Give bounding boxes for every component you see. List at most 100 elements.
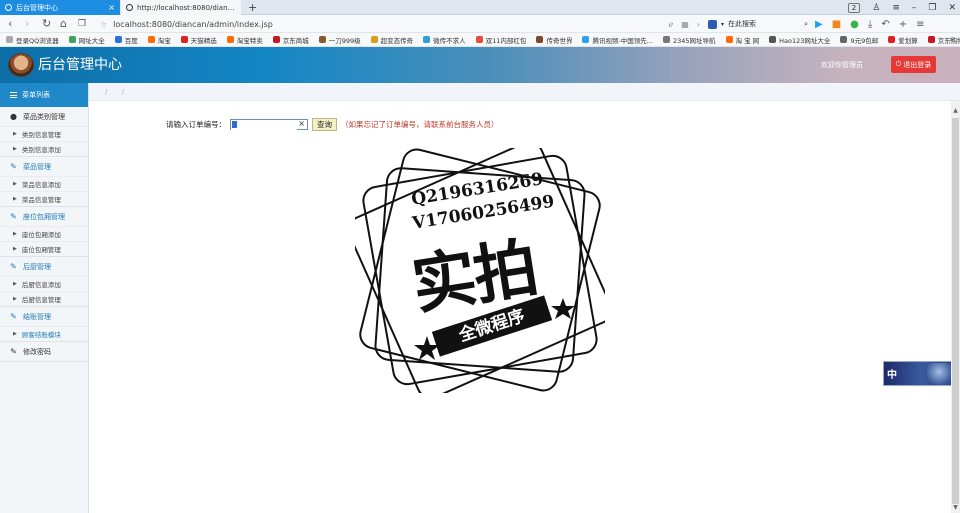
chevron-right-icon[interactable]: › — [697, 20, 700, 29]
order-number-field[interactable]: × — [230, 119, 308, 130]
bookmark-label: 登录QQ浏览器 — [16, 36, 59, 45]
dropdown-icon[interactable]: ▾ — [721, 21, 724, 28]
sidebar-item[interactable]: ▶ 后厨信息添加 — [0, 276, 88, 291]
bookmark-item[interactable]: 网址大全 — [68, 35, 105, 45]
sidebar-group-title[interactable]: ✎ 结账管理 — [0, 307, 88, 326]
bookmark-item[interactable]: Hao123网址大全 — [769, 35, 830, 45]
sidebar-group: ✎ 座位包厢管理 ▶ 座位包厢添加 ▶ 座位包厢管理 — [0, 207, 88, 257]
sidebar-item[interactable]: ▶ 座位包厢管理 — [0, 241, 88, 256]
bookmark-item[interactable]: 9元9包邮 — [840, 35, 878, 45]
sidebar-item[interactable]: ▶ 后厨信息管理 — [0, 291, 88, 306]
bookmarks-more-icon[interactable]: » — [949, 33, 954, 47]
bookmark-item[interactable]: 百度 — [114, 35, 138, 45]
menu-icon[interactable]: ≡ — [892, 3, 900, 13]
sidebar-group-label: 修改密码 — [23, 347, 51, 356]
restore-icon[interactable]: ❐ — [928, 3, 936, 13]
scroll-up-icon[interactable]: ▲ — [951, 107, 960, 114]
search-input[interactable]: ▾ 在此搜索 ⌕ — [708, 17, 808, 31]
sidebar-group-title[interactable]: ✎ 修改密码 — [0, 342, 88, 361]
watermark-stamp: Q2196316269 V17060256499 实拍 全微程序 — [355, 148, 605, 393]
bookmark-item[interactable]: 双11内部红包 — [475, 35, 526, 45]
shirt-icon[interactable]: ♙ — [872, 3, 880, 13]
bookmark-item[interactable]: 淘宝 — [147, 35, 171, 45]
bookmark-item[interactable]: 传奇世界 — [536, 35, 572, 45]
bookmark-icon — [725, 36, 733, 43]
bookmark-label: 百度 — [124, 36, 138, 45]
new-tab-button[interactable]: + — [248, 0, 257, 15]
bookmark-label: 天猫精选 — [190, 36, 217, 45]
sidebar-group-label: 结账管理 — [23, 312, 51, 321]
download-icon[interactable]: ⤓ — [868, 19, 872, 30]
sidebar-item[interactable]: ▶ 菜品信息管理 — [0, 191, 88, 206]
sidebar-group: ● 菜品类别管理 ▶ 类别信息管理 ▶ 类别信息添加 — [0, 107, 88, 157]
star-icon[interactable]: ☆ — [100, 20, 107, 29]
sidebar-item[interactable]: ▶ 类别信息管理 — [0, 126, 88, 141]
bookmark-item[interactable]: 淘 宝 网 — [725, 35, 759, 45]
globe-icon — [126, 4, 133, 11]
sidebar-header: 菜单列表 — [0, 83, 88, 107]
sidebar-item[interactable]: ▶ 座位包厢添加 — [0, 226, 88, 241]
caret-right-icon: ▶ — [13, 181, 17, 187]
sidebar-group-title[interactable]: ● 菜品类别管理 — [0, 107, 88, 126]
sidebar-item-label: 菜品信息添加 — [21, 181, 61, 189]
reload-icon[interactable]: ↻ — [42, 15, 51, 33]
grid-icon[interactable]: ▦ — [681, 20, 689, 29]
floating-widget[interactable]: 中 — [883, 361, 960, 386]
close-tab-icon[interactable]: × — [108, 3, 115, 12]
tab-label: 后台管理中心 — [16, 3, 58, 12]
bookmark-item[interactable]: 登录QQ浏览器 — [6, 35, 59, 45]
scroll-down-icon[interactable]: ▼ — [951, 504, 960, 511]
bookmark-item[interactable]: 超变态传奇 — [370, 35, 413, 45]
play-icon[interactable]: ▶ — [815, 19, 823, 30]
scroll-thumb[interactable] — [952, 118, 959, 504]
tab-admin[interactable]: 后台管理中心 × — [0, 0, 120, 15]
sidebar-group-label: 菜品类别管理 — [23, 112, 65, 121]
user-icon: ● — [10, 112, 17, 121]
bookmark-icon — [114, 36, 122, 43]
sidebar-group-title[interactable]: ✎ 座位包厢管理 — [0, 207, 88, 226]
bookmark-item[interactable]: 一刀999级 — [318, 35, 361, 45]
back-icon[interactable]: ‹ — [8, 15, 12, 33]
bookmark-item[interactable]: 京东商城 — [272, 35, 309, 45]
logout-button[interactable]: ⏻ 退出登录 — [891, 56, 936, 73]
bookmark-item[interactable]: 腾讯视频-中国领先... — [582, 35, 653, 45]
bookmark-item[interactable]: 微传不求人 — [423, 35, 466, 45]
forward-icon[interactable]: › — [25, 15, 29, 33]
search-engine-icon[interactable] — [708, 19, 717, 29]
bookmark-label: 微传不求人 — [433, 36, 466, 45]
undo-icon[interactable]: ↶ — [881, 19, 889, 30]
vertical-scrollbar[interactable]: ▲ ▼ — [951, 101, 960, 513]
sidebar-group-title[interactable]: ✎ 后厨管理 — [0, 257, 88, 276]
sidebar-item[interactable]: ▶ 顾客结账模块 — [0, 326, 88, 341]
clear-input-icon[interactable]: × — [298, 119, 305, 128]
reader-icon[interactable]: ❐ — [78, 15, 86, 33]
sidebar-item[interactable]: ▶ 类别信息添加 — [0, 141, 88, 156]
bookmark-item[interactable]: 天猫精选 — [180, 35, 217, 45]
bookmark-label: 一刀999级 — [328, 36, 361, 45]
bookmark-item[interactable]: 京东购物 — [927, 35, 960, 45]
tab-count-badge[interactable]: 2 — [847, 2, 861, 13]
tab-localhost[interactable]: http://localhost:8080/diancan/go... — [121, 0, 241, 15]
power-icon: ⏻ — [895, 60, 902, 68]
query-button[interactable]: 查询 — [312, 118, 337, 131]
video-icon[interactable]: ■ — [832, 19, 841, 30]
edit-icon: ✎ — [10, 312, 17, 321]
close-window-icon[interactable]: ✕ — [948, 3, 956, 13]
bookmark-item[interactable]: 2345网址导航 — [662, 35, 716, 45]
bookmark-item[interactable]: 淘宝特卖 — [226, 35, 263, 45]
settings-menu-icon[interactable]: ≡ — [916, 19, 924, 30]
ie-icon[interactable]: ℯ — [669, 20, 674, 29]
search-icon[interactable]: ⌕ — [804, 20, 808, 29]
query-hint: （如果忘记了订单编号，请联系前台服务人员） — [341, 120, 499, 129]
minimize-icon[interactable]: – — [912, 3, 917, 13]
wechat-icon[interactable]: ● — [850, 19, 859, 30]
bookmark-item[interactable]: 爱划算 — [888, 35, 918, 45]
order-number-input[interactable] — [231, 120, 297, 130]
sidebar-item[interactable]: ▶ 菜品信息添加 — [0, 176, 88, 191]
address-bar[interactable]: ☆ localhost:8080/diancan/admin/index.jsp… — [100, 17, 700, 31]
bookmark-icon — [68, 36, 76, 43]
add-icon[interactable]: + — [899, 19, 907, 30]
home-icon[interactable]: ⌂ — [60, 15, 67, 33]
sidebar-group-title[interactable]: ✎ 菜品管理 — [0, 157, 88, 176]
sidebar-group: ✎ 菜品管理 ▶ 菜品信息添加 ▶ 菜品信息管理 — [0, 157, 88, 207]
